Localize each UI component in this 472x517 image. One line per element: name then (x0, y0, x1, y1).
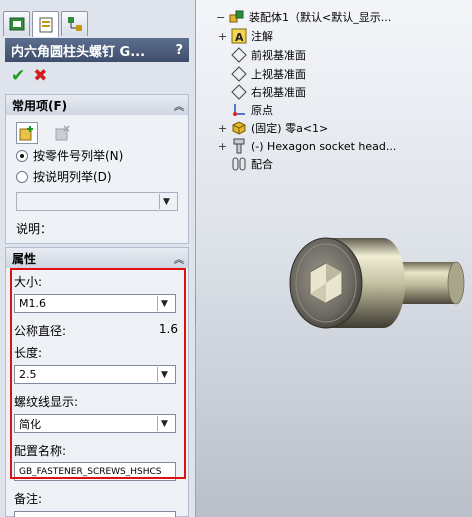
tree-item-screw-label: (-) Hexagon socket head... (251, 139, 397, 153)
collapse-chevron-icon[interactable]: ︽ (174, 98, 184, 113)
graphics-viewport[interactable]: − 装配体1（默认<默认_显示... + A 注解 前视基准面 上视基准面 右视… (196, 0, 472, 517)
ok-button[interactable]: ✔ (11, 66, 25, 86)
favorites-toolbar (16, 122, 74, 144)
tree-item-annotations-label: 注解 (251, 30, 273, 43)
tree-item-mates[interactable]: 配合 (231, 156, 273, 172)
expand-icon[interactable]: + (218, 122, 227, 135)
manager-tabs (3, 11, 90, 37)
screw-icon (231, 138, 247, 154)
property-manager-tab[interactable] (32, 11, 59, 37)
tree-root[interactable]: − 装配体1（默认<默认_显示... (216, 9, 391, 25)
configuration-manager-tab[interactable] (61, 11, 88, 36)
properties-group-header[interactable]: 属性 ︽ (6, 248, 188, 268)
collapse-icon[interactable]: − (216, 11, 225, 24)
properties-group-title: 属性 (12, 251, 37, 266)
tree-item-part[interactable]: + (固定) 零a<1> (218, 120, 328, 136)
list-by-description-option[interactable]: 按说明列举(D) (16, 168, 112, 185)
radio-unselected[interactable] (16, 170, 28, 183)
tree-item-origin-label: 原点 (251, 104, 273, 117)
expand-icon[interactable]: + (218, 140, 227, 153)
plane-icon (231, 84, 247, 100)
delete-favorite-icon (55, 125, 70, 141)
description-label: 说明： (16, 222, 53, 236)
property-manager-title: 内六角圆柱头螺钉 G... (11, 44, 146, 60)
mates-icon (231, 156, 247, 172)
assembly-icon (229, 9, 245, 25)
tree-item-mates-label: 配合 (251, 158, 273, 171)
screw-model-graphic (289, 237, 465, 329)
chevron-down-icon: ▼ (159, 194, 173, 209)
add-favorite-button[interactable] (16, 122, 38, 144)
plane-icon (231, 66, 247, 82)
tree-item-top-plane-label: 上视基准面 (251, 68, 306, 81)
comment-label: 备注: (14, 492, 43, 506)
delete-favorite-button[interactable] (52, 122, 74, 144)
tree-item-right-plane-label: 右视基准面 (251, 86, 306, 99)
list-by-part-number-option[interactable]: 按零件号列举(N) (16, 147, 123, 164)
tree-item-right-plane[interactable]: 右视基准面 (231, 84, 306, 100)
favorites-group-header[interactable]: 常用项(F) ︽ (6, 95, 188, 115)
radio-selected[interactable] (16, 149, 28, 162)
svg-text:A: A (235, 31, 244, 44)
configuration-manager-icon (67, 17, 82, 31)
tree-item-front-plane-label: 前视基准面 (251, 49, 306, 62)
favorites-group: 常用项(F) ︽ 按零件号列举(N) 按说明列举(D) ▼ 说明： (5, 94, 189, 244)
expand-icon[interactable]: + (218, 30, 227, 43)
favorites-dropdown[interactable]: ▼ (16, 192, 178, 211)
list-by-description-label: 按说明列举(D) (33, 170, 112, 184)
help-icon[interactable]: ? (175, 43, 183, 58)
comment-input[interactable] (14, 511, 176, 517)
feature-manager-icon (9, 17, 24, 31)
tree-item-annotations[interactable]: + A 注解 (218, 28, 273, 44)
property-manager-panel: 内六角圆柱头螺钉 G... ? ✔ ✖ 常用项(F) ︽ 按零件号列举(N) 按… (0, 0, 196, 517)
add-favorite-icon (19, 126, 33, 141)
collapse-chevron-icon[interactable]: ︽ (174, 251, 184, 266)
feature-manager-tab[interactable] (3, 11, 30, 36)
plane-icon (231, 47, 247, 63)
origin-icon (231, 102, 247, 118)
part-icon (231, 120, 247, 136)
tree-item-origin[interactable]: 原点 (231, 102, 273, 118)
tree-item-part-label: (固定) 零a<1> (251, 122, 329, 135)
annotation-icon: A (231, 28, 247, 44)
tree-item-top-plane[interactable]: 上视基准面 (231, 66, 306, 82)
list-by-part-number-label: 按零件号列举(N) (33, 149, 124, 163)
ok-cancel-row: ✔ ✖ (11, 66, 48, 86)
tree-item-screw[interactable]: + (-) Hexagon socket head... (218, 138, 396, 154)
tree-root-label: 装配体1（默认<默认_显示... (249, 11, 392, 24)
favorites-group-title: 常用项(F) (12, 98, 68, 113)
highlight-box (10, 268, 186, 479)
property-manager-title-bar: 内六角圆柱头螺钉 G... ? (5, 38, 189, 62)
socket-head-screw-model[interactable] (288, 228, 468, 341)
tree-item-front-plane[interactable]: 前视基准面 (231, 47, 306, 63)
property-manager-icon (39, 17, 52, 32)
cancel-button[interactable]: ✖ (33, 66, 47, 86)
